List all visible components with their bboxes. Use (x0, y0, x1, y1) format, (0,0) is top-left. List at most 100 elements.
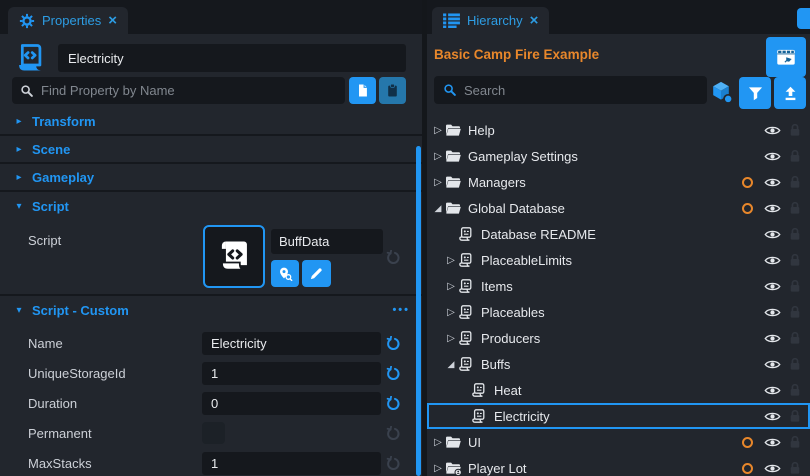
tab-properties[interactable]: Properties × (8, 7, 128, 34)
visibility-eye-icon[interactable] (764, 410, 781, 423)
expand-arrow-icon[interactable]: ▷ (431, 177, 445, 188)
section-transform[interactable]: ▸ Transform (0, 108, 422, 136)
lock-icon[interactable] (789, 123, 801, 137)
expand-arrow-icon[interactable]: ▷ (444, 255, 458, 266)
property-row-name: Name (0, 329, 422, 359)
visibility-eye-icon[interactable] (764, 280, 781, 293)
hierarchy-search-input[interactable] (464, 83, 698, 98)
scrollbar-thumb[interactable] (416, 146, 421, 476)
chevron-right-icon: ▸ (12, 144, 26, 155)
uniquestorageid-field[interactable] (202, 362, 381, 385)
lock-icon[interactable] (789, 227, 801, 241)
edit-script-button[interactable] (302, 260, 331, 287)
expand-arrow-icon[interactable]: ◢ (444, 359, 458, 370)
visibility-eye-icon[interactable] (764, 436, 781, 449)
tree-row[interactable]: ▷ Managers (427, 169, 810, 195)
close-icon[interactable]: × (530, 13, 539, 28)
lock-icon[interactable] (789, 149, 801, 163)
visibility-eye-icon[interactable] (764, 254, 781, 267)
visibility-eye-icon[interactable] (764, 358, 781, 371)
expand-arrow-icon[interactable]: ▷ (444, 307, 458, 318)
visibility-eye-icon[interactable] (764, 202, 781, 215)
visibility-eye-icon[interactable] (764, 306, 781, 319)
visibility-eye-icon[interactable] (764, 150, 781, 163)
custom-property-rows: Name UniqueStorageId Duration (0, 324, 422, 476)
tree-row[interactable]: ▷ Producers (427, 325, 810, 351)
expand-arrow-icon[interactable]: ▷ (431, 151, 445, 162)
visibility-eye-icon[interactable] (764, 228, 781, 241)
hierarchy-tree: ▷ Help ▷ Gameplay Settings ▷ (427, 117, 810, 476)
expand-arrow-icon[interactable]: ▷ (431, 437, 445, 448)
tree-row[interactable]: ▷ UI (427, 429, 810, 455)
clipped-tab-icon[interactable] (797, 8, 810, 29)
lock-icon[interactable] (789, 383, 801, 397)
section-script[interactable]: ▾ Script (0, 192, 422, 220)
section-menu-icon[interactable]: ••• (392, 304, 410, 316)
tree-row[interactable]: Electricity (427, 403, 810, 429)
properties-tabbar: Properties × (0, 0, 422, 34)
tree-row[interactable]: ◢ Global Database (427, 195, 810, 221)
lock-icon[interactable] (789, 409, 801, 423)
visibility-eye-icon[interactable] (764, 124, 781, 137)
locate-script-button[interactable] (271, 260, 299, 287)
lock-icon[interactable] (789, 357, 801, 371)
name-field[interactable] (202, 332, 381, 355)
property-search-input[interactable] (41, 83, 337, 98)
tree-row[interactable]: Database README (427, 221, 810, 247)
expand-arrow-icon[interactable]: ▷ (431, 463, 445, 474)
tab-hierarchy[interactable]: Hierarchy × (432, 7, 549, 34)
section-gameplay[interactable]: ▸ Gameplay (0, 164, 422, 192)
hierarchy-list-icon (443, 13, 460, 28)
expand-arrow-icon[interactable]: ▷ (444, 281, 458, 292)
lock-icon[interactable] (789, 279, 801, 293)
tree-row[interactable]: ▷ Placeables (427, 299, 810, 325)
tree-row[interactable]: ▷ Help (427, 117, 810, 143)
lock-icon[interactable] (789, 305, 801, 319)
tree-row[interactable]: ▷ PlaceableLimits (427, 247, 810, 273)
chevron-down-icon: ▾ (12, 305, 26, 316)
expand-arrow-icon[interactable]: ◢ (431, 203, 445, 214)
tree-item-label: Player Lot (468, 461, 527, 476)
tree-row[interactable]: ▷ Items (427, 273, 810, 299)
script-asset-button[interactable] (203, 225, 265, 288)
tree-item-label: Items (481, 279, 513, 294)
copy-button[interactable] (349, 77, 376, 104)
maxstacks-field[interactable] (202, 452, 381, 475)
filter-button[interactable] (739, 77, 771, 109)
tree-icon (458, 226, 476, 242)
close-icon[interactable]: × (108, 13, 117, 28)
permanent-checkbox[interactable] (202, 422, 225, 444)
lock-icon[interactable] (789, 253, 801, 267)
script-name-input[interactable] (271, 229, 383, 254)
tree-row[interactable]: ▷ Gameplay Settings (427, 143, 810, 169)
lock-icon[interactable] (789, 201, 801, 215)
visibility-eye-icon[interactable] (764, 332, 781, 345)
visibility-eye-icon[interactable] (764, 176, 781, 189)
reset-icon[interactable] (385, 336, 401, 352)
lock-icon[interactable] (789, 461, 801, 475)
lock-icon[interactable] (789, 435, 801, 449)
reset-icon[interactable] (385, 250, 401, 266)
reset-icon[interactable] (385, 426, 401, 442)
paste-button[interactable] (379, 77, 406, 104)
lock-icon[interactable] (789, 331, 801, 345)
level-button[interactable] (766, 37, 806, 77)
section-script-custom[interactable]: ▾ Script - Custom ••• (0, 296, 422, 324)
visibility-eye-icon[interactable] (764, 462, 781, 475)
object-name-input[interactable] (58, 44, 406, 72)
reset-icon[interactable] (385, 396, 401, 412)
lock-icon[interactable] (789, 175, 801, 189)
tree-row[interactable]: ▷ Player Lot (427, 455, 810, 476)
reset-icon[interactable] (385, 366, 401, 382)
reset-icon[interactable] (385, 456, 401, 472)
duration-field[interactable] (202, 392, 381, 415)
prefab-cube-icon[interactable] (708, 79, 734, 110)
section-scene[interactable]: ▸ Scene (0, 136, 422, 164)
tree-row[interactable]: Heat (427, 377, 810, 403)
visibility-eye-icon[interactable] (764, 384, 781, 397)
expand-arrow-icon[interactable]: ▷ (431, 125, 445, 136)
tree-row[interactable]: ◢ Buffs (427, 351, 810, 377)
expand-arrow-icon[interactable]: ▷ (444, 333, 458, 344)
upload-button[interactable] (774, 77, 806, 109)
tab-properties-label: Properties (42, 13, 101, 28)
